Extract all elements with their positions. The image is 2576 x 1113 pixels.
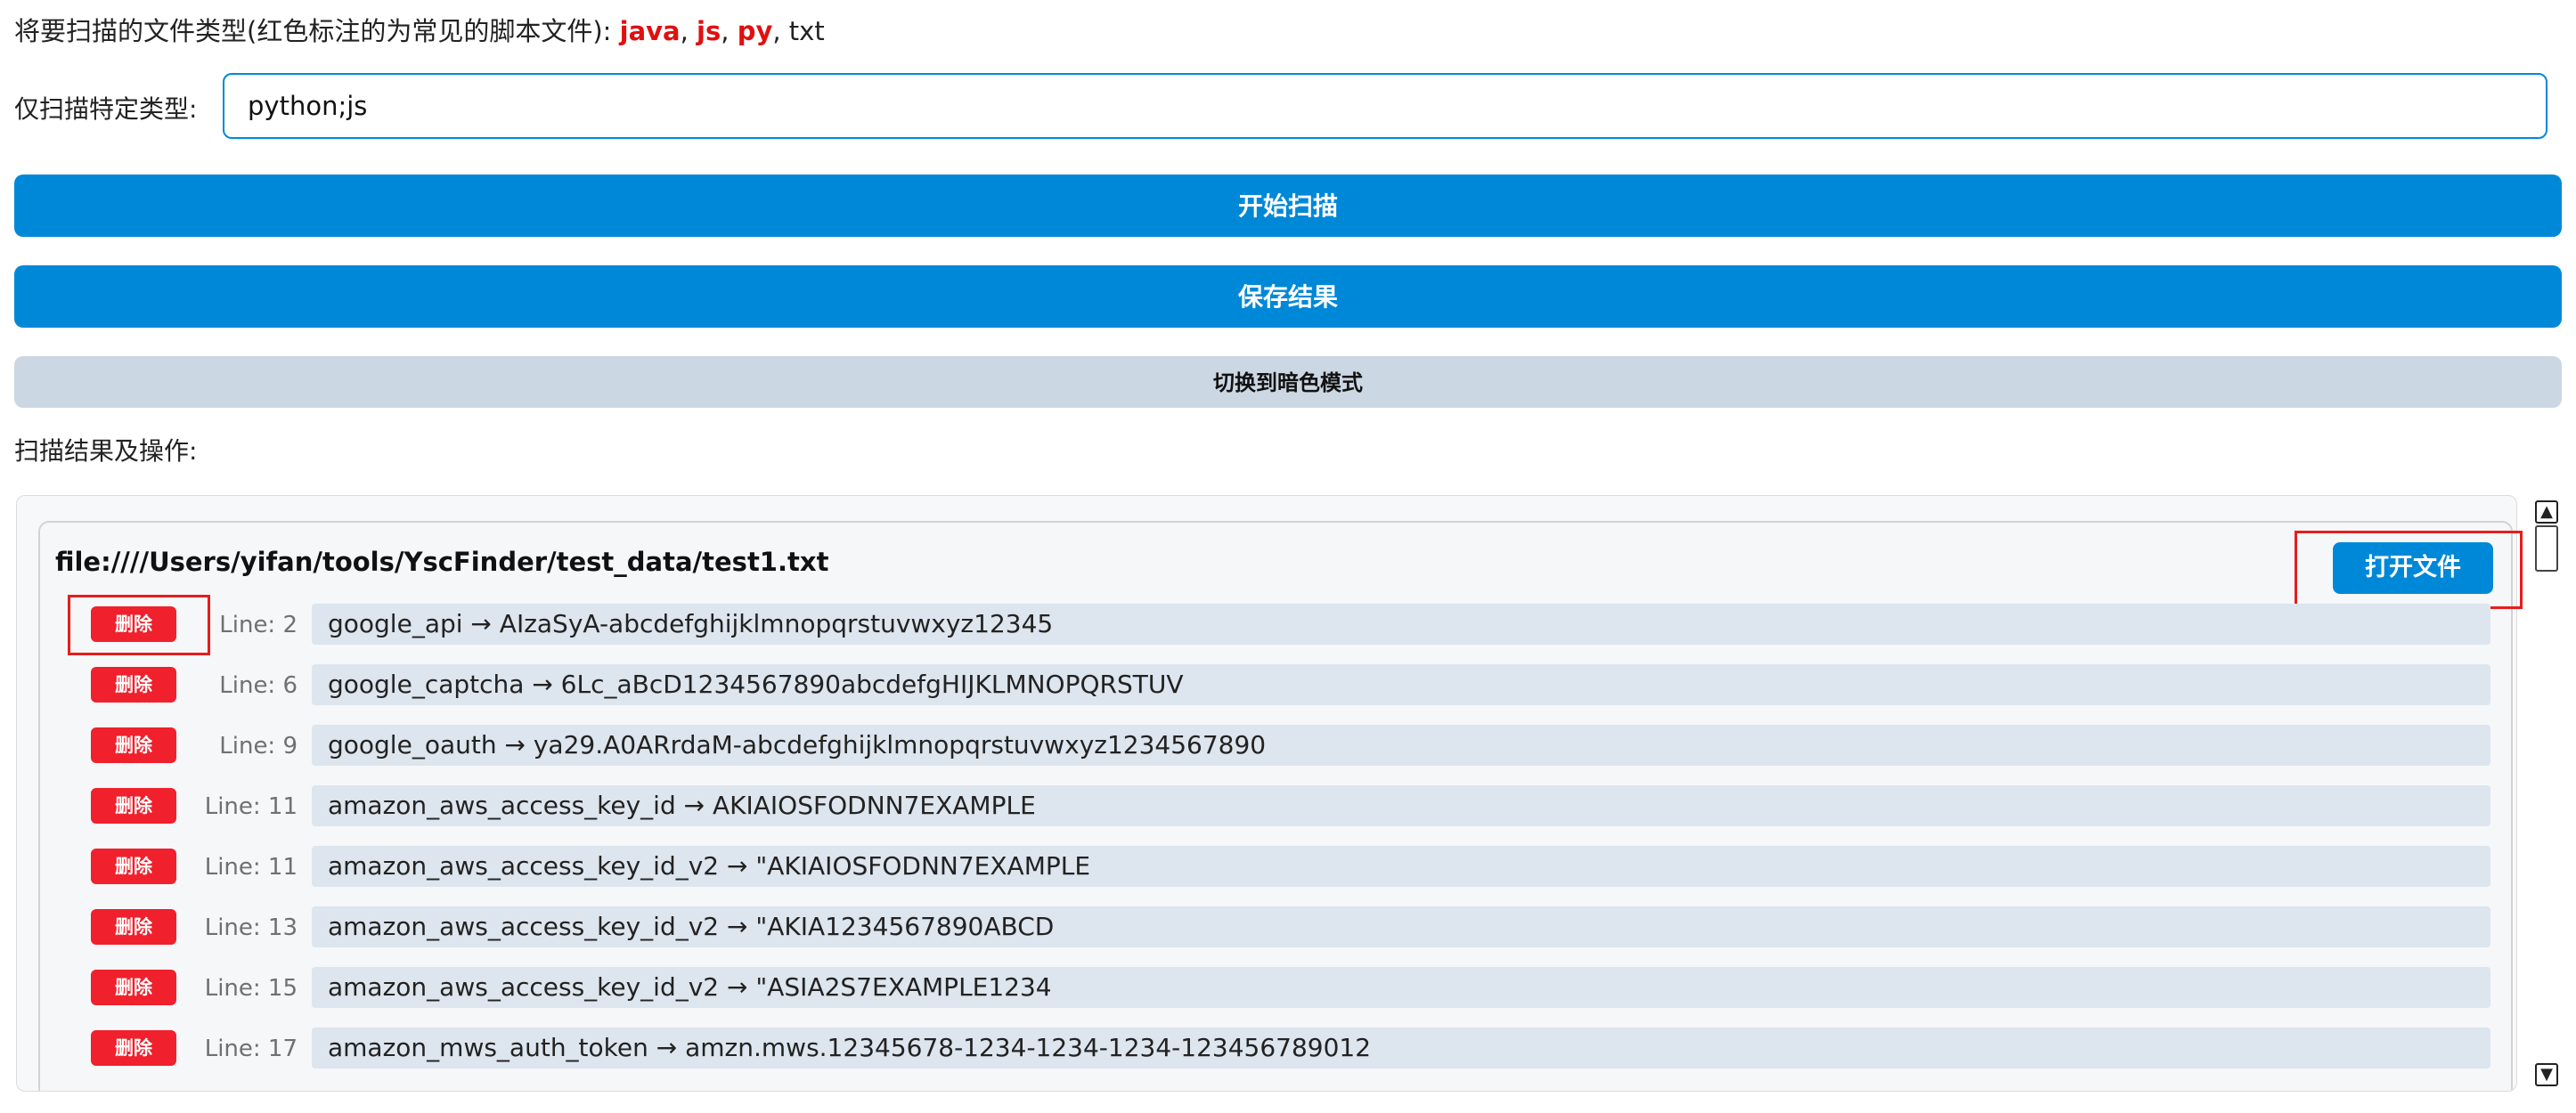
dark-mode-toggle-button[interactable]: 切换到暗色模式 xyxy=(14,356,2562,408)
open-file-highlight: 打开文件 xyxy=(2295,531,2523,609)
scroll-down-icon[interactable]: ▼ xyxy=(2535,1063,2558,1086)
delete-button[interactable]: 删除 xyxy=(91,909,176,945)
result-item: 删除 Line: 11 amazon_aws_access_key_id → AKI… xyxy=(0,785,2576,828)
file-path: file:////Users/yifan/tools/YscFinder/tes… xyxy=(55,547,829,577)
only-type-row: 仅扫描特定类型: xyxy=(14,71,2562,148)
line-number: Line: 15 xyxy=(204,975,298,1002)
match-text: google_oauth → ya29.A0ARrdaM-abcdefghijk… xyxy=(312,725,2490,766)
line-number: Line: 11 xyxy=(204,854,298,881)
file-type-txt: txt xyxy=(788,16,825,46)
line-number: Line: 17 xyxy=(204,1036,298,1062)
line-number: Line: 13 xyxy=(204,914,298,941)
result-item: 删除 Line: 2 google_api → AIzaSyA-abcdefghij… xyxy=(0,604,2576,646)
file-type-py: py xyxy=(737,16,773,46)
file-type-java: java xyxy=(619,16,681,46)
save-results-button[interactable]: 保存结果 xyxy=(14,265,2562,328)
file-type-separator: , xyxy=(680,16,697,46)
match-text: amazon_mws_auth_token → amzn.mws.1234567… xyxy=(312,1028,2490,1068)
open-file-button[interactable]: 打开文件 xyxy=(2333,542,2493,594)
result-item: 删除 Line: 11 amazon_aws_access_key_id_v2 → … xyxy=(0,846,2576,889)
file-type-js: js xyxy=(697,16,721,46)
result-item: 删除 Line: 6 google_captcha → 6Lc_aBcD123456… xyxy=(0,664,2576,707)
result-item: 删除 Line: 9 google_oauth → ya29.A0ARrdaM-ab… xyxy=(0,725,2576,768)
results-title: 扫描结果及操作: xyxy=(14,436,198,466)
match-text: amazon_aws_access_key_id_v2 → "AKIAIOSFO… xyxy=(312,846,2490,887)
result-item: 删除 Line: 15 amazon_aws_access_key_id_v2 → … xyxy=(0,967,2576,1010)
match-text: google_api → AIzaSyA-abcdefghijklmnopqrs… xyxy=(312,604,2490,645)
line-number: Line: 6 xyxy=(219,672,298,699)
results-scrollbar[interactable]: ▲ ▼ xyxy=(2533,499,2560,1090)
delete-button[interactable]: 删除 xyxy=(91,970,176,1005)
delete-button[interactable]: 删除 xyxy=(91,788,176,824)
delete-button[interactable]: 删除 xyxy=(91,1030,176,1066)
match-text: amazon_aws_access_key_id_v2 → "ASIA2S7EX… xyxy=(312,967,2490,1008)
match-text: amazon_aws_access_key_id → AKIAIOSFODNN7… xyxy=(312,785,2490,826)
file-types-prefix: 将要扫描的文件类型(红色标注的为常见的脚本文件): xyxy=(14,16,620,46)
only-type-label: 仅扫描特定类型: xyxy=(14,94,198,124)
delete-button[interactable]: 删除 xyxy=(91,667,176,703)
scroll-up-icon[interactable]: ▲ xyxy=(2535,500,2558,524)
line-number: Line: 11 xyxy=(204,793,298,820)
line-number: Line: 2 xyxy=(219,612,298,638)
match-text: amazon_aws_access_key_id_v2 → "AKIA12345… xyxy=(312,906,2490,947)
delete-button[interactable]: 删除 xyxy=(91,849,176,884)
result-item: 删除 Line: 13 amazon_aws_access_key_id_v2 → … xyxy=(0,906,2576,949)
start-scan-button[interactable]: 开始扫描 xyxy=(14,175,2562,237)
delete-button[interactable]: 删除 xyxy=(91,727,176,763)
match-text: google_captcha → 6Lc_aBcD1234567890abcde… xyxy=(312,664,2490,705)
scroll-thumb[interactable] xyxy=(2535,525,2558,572)
file-types-text: 将要扫描的文件类型(红色标注的为常见的脚本文件): java, js, py, … xyxy=(14,12,825,50)
file-type-separator: , xyxy=(772,16,789,46)
file-type-separator: , xyxy=(721,16,738,46)
result-item: 删除 Line: 17 amazon_mws_auth_token → amzn.m… xyxy=(0,1028,2576,1070)
delete-highlight xyxy=(68,595,210,655)
line-number: Line: 9 xyxy=(219,733,298,760)
only-type-input[interactable] xyxy=(223,73,2547,139)
